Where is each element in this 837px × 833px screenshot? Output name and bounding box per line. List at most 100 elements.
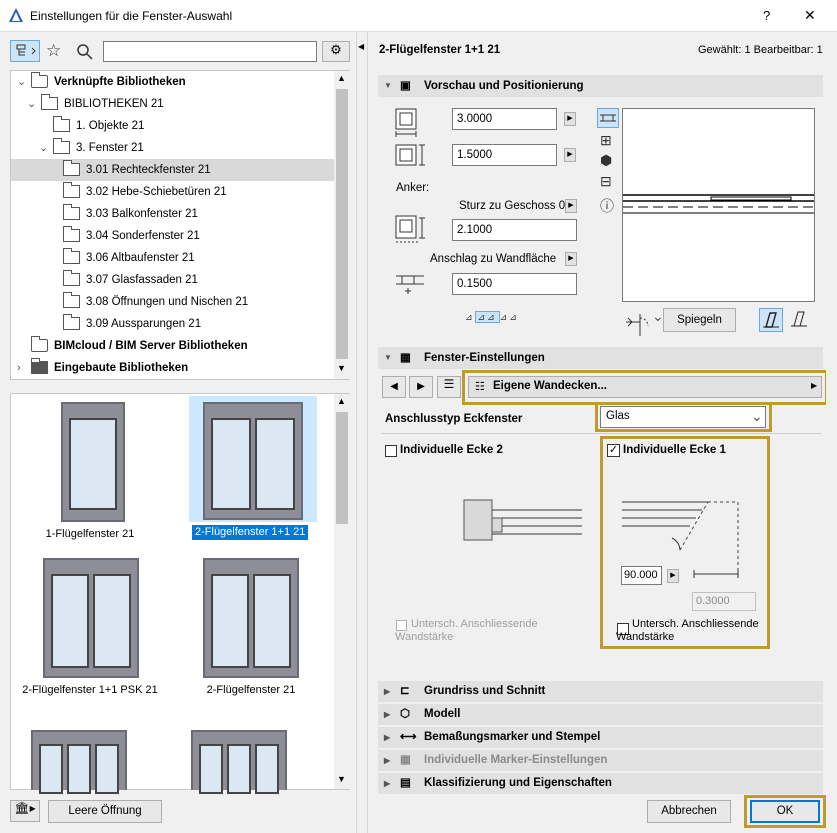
corner2-checkbox[interactable] — [385, 445, 397, 457]
width-stepper[interactable]: ▶ — [564, 112, 576, 126]
anchor-icon[interactable]: ⊿ — [509, 312, 519, 322]
tree-item[interactable]: 1. Objekte 21 — [11, 115, 335, 137]
settings-scrollbar[interactable] — [826, 75, 836, 795]
tree-item[interactable]: 3.08 Öffnungen und Nischen 21 — [11, 291, 335, 313]
tree-scrollbar[interactable]: ▲ ▼ — [334, 71, 350, 379]
tree-item[interactable]: 3.03 Balkonfenster 21 — [11, 203, 335, 225]
tree-item[interactable]: › Eingebaute Bibliotheken — [11, 357, 335, 379]
section-classification-header[interactable]: ▶ ▤ Klassifizierung und Eigenschaften — [378, 773, 823, 794]
section-model-header[interactable]: ▶ ⬡ Modell — [378, 704, 823, 725]
height-input[interactable]: 1.5000 — [452, 144, 557, 166]
object-item[interactable]: 2-Flügelfenster 21 — [189, 554, 339, 704]
reveal-reference-dropdown[interactable]: ▶ — [565, 252, 577, 266]
scroll-down-icon[interactable]: ▼ — [337, 774, 346, 784]
scroll-thumb[interactable] — [336, 89, 348, 359]
tree-item[interactable]: ⌄ 3. Fenster 21 — [11, 137, 335, 159]
selection-info: Gewählt: 1 Bearbeitbar: 1 — [698, 44, 823, 56]
empty-opening-button[interactable]: Leere Öffnung — [48, 800, 162, 823]
glass-pane — [39, 744, 63, 794]
tree-item[interactable]: 3.06 Altbaufenster 21 — [11, 247, 335, 269]
tree-item[interactable]: 3.09 Aussparungen 21 — [11, 313, 335, 335]
anchor-mode-buttons[interactable]: ⊿ ⊿⊿ ⊿⊿ — [465, 311, 555, 330]
section-marker-settings-header[interactable]: ▶ ▦ Individuelle Marker-Einstellungen — [378, 750, 823, 771]
mirror-button[interactable]: Spiegeln — [663, 308, 736, 332]
folder-tree-icon — [16, 44, 36, 56]
section-view-icon[interactable]: ⊟ — [600, 173, 612, 190]
marker-settings-icon: ▦ — [400, 754, 411, 766]
prev-page-button[interactable]: ◀ — [382, 376, 406, 398]
object-item[interactable]: 2-Flügelfenster 1+1 PSK 21 — [21, 554, 171, 704]
help-button[interactable]: ? — [763, 8, 770, 23]
object-item-selected[interactable] — [189, 396, 317, 522]
tree-item-label: 3.02 Hebe-Schiebetüren 21 — [86, 186, 227, 198]
scroll-thumb[interactable] — [336, 412, 348, 524]
search-icon[interactable] — [77, 44, 93, 60]
expand-toggle-icon[interactable]: ⌄ — [39, 137, 48, 159]
tree-item-label: 3. Fenster 21 — [76, 142, 144, 154]
expand-toggle-icon[interactable]: ⌄ — [17, 71, 26, 93]
opening-side-button[interactable] — [788, 308, 812, 332]
tree-item[interactable]: BIMcloud / BIM Server Bibliotheken — [11, 335, 335, 357]
info-icon[interactable]: ⓘ — [600, 196, 614, 216]
reveal-depth-icon — [396, 275, 424, 294]
library-manager-button[interactable]: 🏛▸ — [10, 800, 40, 822]
panel-splitter[interactable]: ◀ — [356, 32, 368, 833]
tree-item[interactable]: 3.02 Hebe-Schiebetüren 21 — [11, 181, 335, 203]
grid-scrollbar[interactable]: ▲ ▼ — [334, 394, 350, 789]
object-item[interactable]: 1-Flügelfenster 21 — [21, 396, 171, 544]
window-thumbnail-partial[interactable] — [191, 730, 287, 794]
tree-item-selected[interactable]: 3.01 Rechteckfenster 21 — [11, 159, 335, 181]
width-icon — [395, 108, 417, 137]
search-input[interactable] — [103, 41, 317, 62]
preview-toolbar: ⊞ ⬢ ⊟ ⓘ — [597, 108, 621, 222]
close-button[interactable]: ✕ — [804, 7, 816, 24]
anchor-icon-active[interactable]: ⊿⊿ — [474, 311, 500, 323]
object-label-selected: 2-Flügelfenster 1+1 21 — [192, 525, 309, 540]
3d-view-icon[interactable]: ⬢ — [600, 152, 612, 169]
section-window-settings-header[interactable]: ▼ ▦ Fenster-Einstellungen — [378, 347, 823, 369]
mirror-dropdown-icon[interactable]: ⌄ — [652, 308, 664, 325]
preview-icon: ▣ — [400, 80, 411, 92]
page-list-button[interactable]: ☰ — [437, 376, 461, 398]
sill-height-input[interactable]: 2.1000 — [452, 219, 577, 241]
collapse-left-icon[interactable]: ◀ — [358, 42, 364, 51]
section-floorplan-header[interactable]: ▶ ⊏ Grundriss und Schnitt — [378, 681, 823, 702]
favorites-star-icon[interactable]: ☆ — [46, 41, 61, 61]
front-view-icon[interactable]: ⊞ — [600, 132, 612, 149]
tree-item-label: 3.08 Öffnungen und Nischen 21 — [86, 296, 249, 308]
tree-item-label: 3.04 Sonderfenster 21 — [86, 230, 200, 242]
tree-item-label: 3.01 Rechteckfenster 21 — [86, 164, 211, 176]
scroll-up-icon[interactable]: ▲ — [337, 396, 346, 406]
tree-item[interactable]: ⌄ BIBLIOTHEKEN 21 — [11, 93, 335, 115]
expand-toggle-icon[interactable]: › — [17, 357, 21, 379]
section-preview-header[interactable]: ▼ ▣ Vorschau und Positionierung — [378, 75, 823, 97]
expand-toggle-icon[interactable]: ⌄ — [27, 93, 36, 115]
preview-canvas[interactable] — [622, 108, 815, 302]
anchor-icon[interactable]: ⊿ — [500, 312, 510, 322]
glass-pane — [93, 574, 131, 668]
view-mode-button[interactable] — [10, 40, 40, 62]
tree-item[interactable]: 3.07 Glasfassaden 21 — [11, 269, 335, 291]
tree-item[interactable]: ⌄ Verknüpfte Bibliotheken — [11, 71, 335, 93]
folder-icon — [41, 94, 58, 110]
glass-pane — [95, 744, 119, 794]
reveal-depth-input[interactable]: 0.1500 — [452, 273, 577, 295]
sill-reference-dropdown[interactable]: ▶ — [565, 199, 577, 213]
height-stepper[interactable]: ▶ — [564, 148, 576, 162]
scroll-down-icon[interactable]: ▼ — [337, 363, 346, 373]
section-dimension-markers-header[interactable]: ▶ ⟷ Bemaßungsmarker und Stempel — [378, 727, 823, 748]
folder-icon — [53, 138, 70, 154]
anchor-icon[interactable]: ⊿ — [465, 312, 475, 322]
width-input[interactable]: 3.0000 — [452, 108, 557, 130]
next-page-button[interactable]: ▶ — [409, 376, 433, 398]
cancel-button[interactable]: Abbrechen — [647, 800, 731, 823]
window-thumbnail-partial[interactable] — [31, 730, 127, 794]
opening-side-button-active[interactable] — [759, 308, 783, 332]
plan-view-button[interactable] — [597, 108, 619, 128]
library-settings-button[interactable]: ⚙ — [322, 41, 350, 62]
tree-item[interactable]: 3.04 Sonderfenster 21 — [11, 225, 335, 247]
glass-pane — [227, 744, 251, 794]
object-thumbnail-grid: 1-Flügelfenster 21 2-Flügelfenster 1+1 2… — [10, 393, 350, 794]
scroll-up-icon[interactable]: ▲ — [337, 73, 346, 83]
archicad-logo-icon — [9, 8, 23, 22]
